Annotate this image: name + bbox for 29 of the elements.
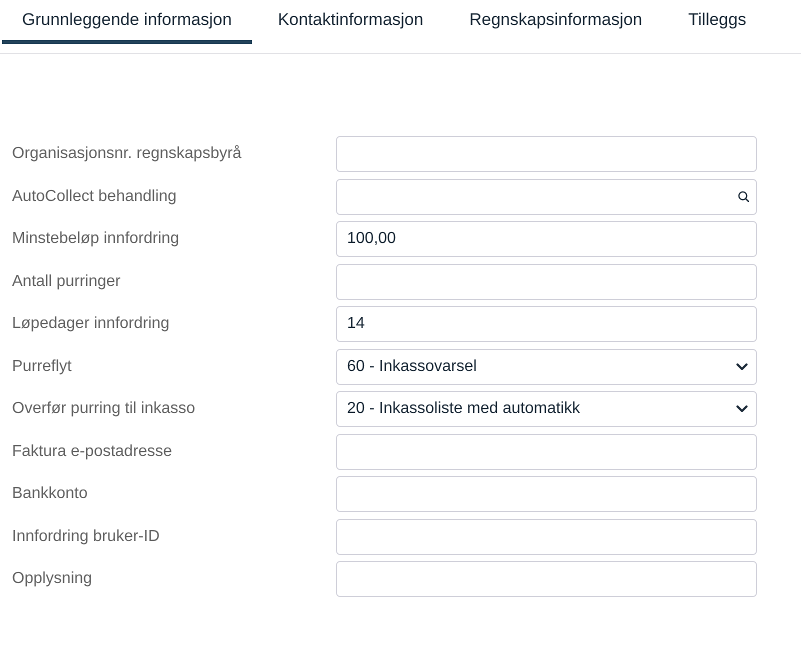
tab[interactable]: Grunnleggende informasjon — [2, 0, 252, 44]
input-field[interactable]: 14 — [336, 306, 757, 342]
input-field[interactable]: 100,00 — [336, 221, 757, 257]
input-field[interactable] — [336, 561, 757, 597]
field-label: Organisasjonsnr. regnskapsbyrå — [12, 144, 242, 164]
dropdown[interactable]: 60 - Inkassovarsel — [336, 348, 757, 384]
input-field[interactable] — [336, 264, 757, 300]
tab[interactable]: Regnskapsinformasjon — [449, 0, 662, 44]
field-label: Minstebeløp innfordring — [12, 229, 180, 249]
field-label: Overfør purring til inkasso — [12, 399, 196, 419]
tab[interactable]: Kontaktinformasjon — [258, 0, 444, 44]
input-field[interactable] — [336, 476, 757, 512]
tab[interactable]: Tilleggs — [668, 0, 766, 44]
dropdown[interactable]: 20 - Inkassoliste med automatikk — [336, 391, 757, 427]
field-label: Løpedager innfordring — [12, 314, 170, 334]
field-label: AutoCollect behandling — [12, 186, 178, 206]
search-icon[interactable] — [738, 191, 749, 202]
field-label: Purreflyt — [12, 356, 73, 376]
input-field[interactable] — [336, 136, 757, 172]
field-label: Innfordring bruker-ID — [12, 526, 161, 546]
input-field[interactable] — [336, 434, 757, 470]
field-label: Faktura e-postadresse — [12, 442, 174, 462]
chevron-down-icon — [736, 405, 748, 413]
field-label: Opplysning — [12, 569, 94, 589]
field-label: Bankkonto — [12, 484, 89, 504]
field-label: Antall purringer — [12, 272, 122, 292]
chevron-down-icon — [736, 362, 748, 370]
search-field[interactable] — [336, 178, 757, 214]
input-field[interactable] — [336, 518, 757, 554]
